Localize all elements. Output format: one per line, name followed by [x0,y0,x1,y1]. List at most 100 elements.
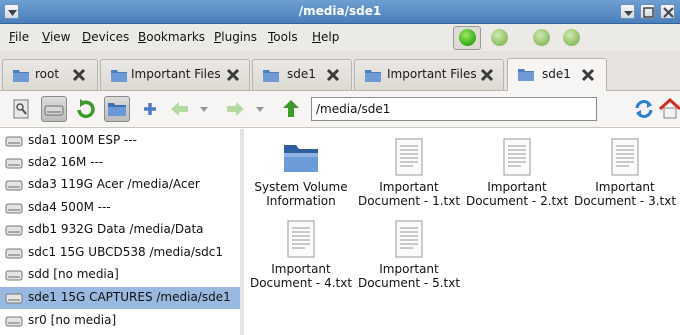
folder-icon [111,70,127,82]
device-list: sda1 100M ESP --- sda2 16M --- sda3 119G… [0,129,243,335]
device-item[interactable]: sr0 [no media] [0,310,240,332]
file-name-line: Document - 2.txt [465,194,569,208]
device-item[interactable]: sdd [no media] [0,264,240,286]
reload-button[interactable] [631,96,657,122]
up-button[interactable] [278,96,304,122]
tab-label: sde1 [542,67,571,81]
file-name-line: Important [379,262,439,276]
menu-file[interactable]: File [9,30,29,44]
device-item[interactable]: sda2 16M --- [0,152,240,174]
menu-view[interactable]: View [42,30,70,44]
close-window-button[interactable] [660,4,675,19]
file-name-line: Document - 4.txt [249,276,353,290]
file-item[interactable]: Important Document - 2.txt [465,137,569,208]
forward-history-dropdown[interactable] [253,96,267,122]
file-item[interactable]: Important Document - 1.txt [357,137,461,208]
device-label: sdd [no media] [28,267,119,281]
back-history-dropdown[interactable] [197,96,211,122]
drive-icon [5,316,23,327]
close-tab-icon[interactable] [580,67,596,83]
device-item[interactable]: sda1 100M ESP --- [0,130,240,152]
back-button[interactable] [167,96,193,122]
tab-label: root [35,67,60,81]
refresh-tree-button[interactable] [73,96,99,122]
menu-bookmarks[interactable]: Bookmarks [138,30,205,44]
window-title: /media/sde1 [298,4,382,18]
device-label: sda3 119G Acer /media/Acer [28,177,200,191]
file-item[interactable]: Important Document - 4.txt [249,219,353,290]
refresh-icon [635,100,653,118]
rotate-arrow-icon [77,99,95,119]
device-item[interactable]: sdb1 932G Data /media/Data [0,219,240,241]
drive-icon [44,105,64,116]
devices-toggle-button[interactable] [41,96,67,122]
tab-sde1[interactable]: sde1 [252,59,352,90]
drive-icon [5,270,23,281]
device-item[interactable]: sdc1 15G UBCD538 /media/sdc1 [0,242,240,264]
folder-icon [365,70,381,82]
file-item[interactable]: System Volume Information [249,137,353,208]
device-item[interactable]: sda3 119G Acer /media/Acer [0,174,240,196]
drive-icon [5,158,23,169]
file-name-line: Important [271,262,331,276]
tab-important-files[interactable]: Important Files [354,59,504,90]
drive-icon [5,248,23,259]
text-file-icon [611,138,639,176]
device-label: sdc1 15G UBCD538 /media/sdc1 [28,245,224,259]
maximize-icon [643,7,654,18]
forward-arrow-icon [227,102,244,116]
device-item[interactable]: sda4 500M --- [0,197,240,219]
path-input[interactable] [311,97,597,121]
folder-icon [263,70,279,82]
device-item-selected[interactable]: sde1 15G CAPTURES /media/sde1 [0,287,240,309]
text-file-icon [395,220,423,258]
home-icon [658,97,680,119]
tab-root[interactable]: root [2,59,98,90]
menu-tools[interactable]: Tools [268,30,298,44]
drive-icon [5,203,23,214]
folder-icon [13,70,29,82]
chevron-down-icon [256,107,264,112]
tab-important-files[interactable]: Important Files [100,59,250,90]
drive-icon [5,293,23,304]
new-tab-button[interactable] [137,96,163,122]
drive-icon [5,136,23,147]
status-indicator [533,29,550,46]
status-indicator [563,29,580,46]
forward-button[interactable] [222,96,248,122]
folder-icon [108,103,126,116]
device-label: sda2 16M --- [28,155,104,169]
preview-icon [13,99,29,119]
minimize-button[interactable] [620,4,635,19]
file-item[interactable]: Important Document - 5.txt [357,219,461,290]
menu-help[interactable]: Help [312,30,339,44]
file-item[interactable]: Important Document - 3.txt [573,137,677,208]
close-tab-icon[interactable] [479,67,495,83]
device-label: sdb1 932G Data /media/Data [28,222,204,236]
device-label: sda1 100M ESP --- [28,133,137,147]
tab-label: sde1 [287,67,316,81]
tree-view-button[interactable] [104,96,130,122]
close-tab-icon[interactable] [325,67,341,83]
file-name-line: Document - 1.txt [357,194,461,208]
close-tab-icon[interactable] [225,67,241,83]
plus-icon [144,103,156,115]
tab-bar: root Important Files sde1 Important File… [0,51,680,91]
home-button[interactable] [658,96,680,122]
tab-label: Important Files [387,67,477,81]
file-name-line: System Volume [254,180,348,194]
text-file-icon [287,220,315,258]
maximize-button[interactable] [640,4,655,19]
status-indicator [491,29,508,46]
menu-plugins[interactable]: Plugins [214,30,257,44]
device-label: sda4 500M --- [28,200,111,214]
file-name-line: Important [379,180,439,194]
folder-icon [284,145,318,172]
close-tab-icon[interactable] [71,67,87,83]
close-icon [663,7,674,18]
show-hidden-button[interactable] [8,96,34,122]
device-label: sr0 [no media] [28,313,117,327]
menu-devices[interactable]: Devices [82,30,129,44]
title-bar: /media/sde1 [0,0,680,24]
tab-sde1-active[interactable]: sde1 [507,58,607,91]
